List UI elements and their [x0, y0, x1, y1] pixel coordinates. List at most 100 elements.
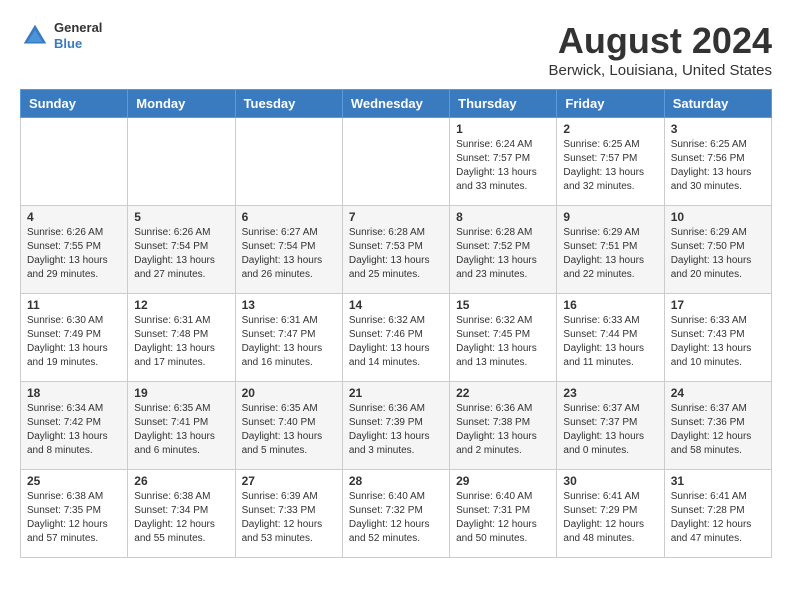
day-info: Sunrise: 6:39 AM Sunset: 7:33 PM Dayligh… — [242, 490, 336, 546]
calendar-cell: 29Sunrise: 6:40 AM Sunset: 7:31 PM Dayli… — [450, 470, 557, 558]
day-info: Sunrise: 6:38 AM Sunset: 7:35 PM Dayligh… — [27, 490, 121, 546]
day-info: Sunrise: 6:36 AM Sunset: 7:39 PM Dayligh… — [349, 402, 443, 458]
calendar-cell: 9 Sunrise: 6:29 AM Sunset: 7:51 PM Daylig… — [557, 206, 664, 294]
day-number: 23 — [563, 386, 657, 400]
day-info: Sunrise: 6:28 AM Sunset: 7:52 PM Dayligh… — [456, 226, 550, 282]
day-info: Sunrise: 6:29 AM Sunset: 7:50 PM Dayligh… — [671, 226, 765, 282]
day-info: Sunrise: 6:35 AM Sunset: 7:40 PM Dayligh… — [242, 402, 336, 458]
day-info: Sunrise: 6:36 AM Sunset: 7:38 PM Dayligh… — [456, 402, 550, 458]
day-number: 16 — [563, 298, 657, 312]
calendar-cell: 15Sunrise: 6:32 AM Sunset: 7:45 PM Dayli… — [450, 294, 557, 382]
calendar-cell: 13 Sunrise: 6:31 AM Sunset: 7:47 PM Dayli… — [235, 294, 342, 382]
calendar-cell: 16 Sunrise: 6:33 AM Sunset: 7:44 PM Dayli… — [557, 294, 664, 382]
calendar-cell — [235, 118, 342, 206]
calendar-cell: 6Sunrise: 6:27 AM Sunset: 7:54 PM Daylig… — [235, 206, 342, 294]
calendar-cell: 14 Sunrise: 6:32 AM Sunset: 7:46 PM Dayli… — [342, 294, 449, 382]
day-number: 22 — [456, 386, 550, 400]
page-header: General Blue August 2024 Berwick, Louisi… — [20, 20, 772, 79]
day-info: Sunrise: 6:41 AM Sunset: 7:29 PM Dayligh… — [563, 490, 657, 546]
day-number: 5 — [134, 210, 228, 224]
logo-blue: Blue — [54, 36, 102, 52]
day-number: 1 — [456, 122, 550, 136]
day-number: 13 — [242, 298, 336, 312]
calendar-cell: 7 Sunrise: 6:28 AM Sunset: 7:53 PM Daylig… — [342, 206, 449, 294]
calendar-header-monday: Monday — [128, 90, 235, 118]
calendar-header-friday: Friday — [557, 90, 664, 118]
day-info: Sunrise: 6:28 AM Sunset: 7:53 PM Dayligh… — [349, 226, 443, 282]
day-info: Sunrise: 6:32 AM Sunset: 7:46 PM Dayligh… — [349, 314, 443, 370]
calendar-week-row: 25 Sunrise: 6:38 AM Sunset: 7:35 PM Dayli… — [21, 470, 772, 558]
day-info: Sunrise: 6:29 AM Sunset: 7:51 PM Dayligh… — [563, 226, 657, 282]
logo: General Blue — [20, 20, 102, 51]
day-info: Sunrise: 6:35 AM Sunset: 7:41 PM Dayligh… — [134, 402, 228, 458]
day-number: 14 — [349, 298, 443, 312]
day-number: 12 — [134, 298, 228, 312]
calendar-cell: 26 Sunrise: 6:38 AM Sunset: 7:34 PM Dayli… — [128, 470, 235, 558]
day-number: 4 — [27, 210, 121, 224]
calendar-header-thursday: Thursday — [450, 90, 557, 118]
day-info: Sunrise: 6:27 AM Sunset: 7:54 PM Dayligh… — [242, 226, 336, 282]
calendar-header-wednesday: Wednesday — [342, 90, 449, 118]
day-number: 28 — [349, 474, 443, 488]
calendar-cell: 5 Sunrise: 6:26 AM Sunset: 7:54 PM Daylig… — [128, 206, 235, 294]
day-info: Sunrise: 6:25 AM Sunset: 7:56 PM Dayligh… — [671, 138, 765, 194]
day-number: 18 — [27, 386, 121, 400]
day-info: Sunrise: 6:38 AM Sunset: 7:34 PM Dayligh… — [134, 490, 228, 546]
day-info: Sunrise: 6:26 AM Sunset: 7:54 PM Dayligh… — [134, 226, 228, 282]
day-info: Sunrise: 6:24 AM Sunset: 7:57 PM Dayligh… — [456, 138, 550, 194]
day-number: 7 — [349, 210, 443, 224]
calendar-cell: 10 Sunrise: 6:29 AM Sunset: 7:50 PM Dayli… — [664, 206, 771, 294]
calendar-cell: 19 Sunrise: 6:35 AM Sunset: 7:41 PM Dayli… — [128, 382, 235, 470]
day-number: 19 — [134, 386, 228, 400]
day-number: 20 — [242, 386, 336, 400]
logo-text: General Blue — [54, 20, 102, 51]
calendar-cell: 3Sunrise: 6:25 AM Sunset: 7:56 PM Daylig… — [664, 118, 771, 206]
calendar-week-row: 11 Sunrise: 6:30 AM Sunset: 7:49 PM Dayli… — [21, 294, 772, 382]
day-number: 8 — [456, 210, 550, 224]
day-number: 27 — [242, 474, 336, 488]
calendar-cell: 28 Sunrise: 6:40 AM Sunset: 7:32 PM Dayli… — [342, 470, 449, 558]
calendar-cell: 25 Sunrise: 6:38 AM Sunset: 7:35 PM Dayli… — [21, 470, 128, 558]
day-number: 10 — [671, 210, 765, 224]
calendar-cell: 20 Sunrise: 6:35 AM Sunset: 7:40 PM Dayli… — [235, 382, 342, 470]
calendar-header-row: SundayMondayTuesdayWednesdayThursdayFrid… — [21, 90, 772, 118]
day-number: 21 — [349, 386, 443, 400]
title-area: August 2024 Berwick, Louisiana, United S… — [549, 20, 772, 79]
calendar-week-row: 4 Sunrise: 6:26 AM Sunset: 7:55 PM Daylig… — [21, 206, 772, 294]
day-info: Sunrise: 6:37 AM Sunset: 7:37 PM Dayligh… — [563, 402, 657, 458]
calendar-cell: 1 Sunrise: 6:24 AM Sunset: 7:57 PM Daylig… — [450, 118, 557, 206]
calendar-cell: 27 Sunrise: 6:39 AM Sunset: 7:33 PM Dayli… — [235, 470, 342, 558]
day-number: 25 — [27, 474, 121, 488]
day-number: 24 — [671, 386, 765, 400]
day-info: Sunrise: 6:26 AM Sunset: 7:55 PM Dayligh… — [27, 226, 121, 282]
calendar-cell: 2Sunrise: 6:25 AM Sunset: 7:57 PM Daylig… — [557, 118, 664, 206]
calendar-week-row: 18 Sunrise: 6:34 AM Sunset: 7:42 PM Dayli… — [21, 382, 772, 470]
day-number: 26 — [134, 474, 228, 488]
calendar-header-sunday: Sunday — [21, 90, 128, 118]
day-info: Sunrise: 6:30 AM Sunset: 7:49 PM Dayligh… — [27, 314, 121, 370]
sub-title: Berwick, Louisiana, United States — [549, 62, 772, 79]
day-info: Sunrise: 6:40 AM Sunset: 7:32 PM Dayligh… — [349, 490, 443, 546]
calendar-cell: 12Sunrise: 6:31 AM Sunset: 7:48 PM Dayli… — [128, 294, 235, 382]
logo-icon — [20, 21, 50, 51]
day-info: Sunrise: 6:31 AM Sunset: 7:47 PM Dayligh… — [242, 314, 336, 370]
calendar-header-tuesday: Tuesday — [235, 90, 342, 118]
day-number: 11 — [27, 298, 121, 312]
day-info: Sunrise: 6:33 AM Sunset: 7:43 PM Dayligh… — [671, 314, 765, 370]
calendar-cell: 23 Sunrise: 6:37 AM Sunset: 7:37 PM Dayli… — [557, 382, 664, 470]
calendar-header-saturday: Saturday — [664, 90, 771, 118]
calendar-cell: 31Sunrise: 6:41 AM Sunset: 7:28 PM Dayli… — [664, 470, 771, 558]
day-info: Sunrise: 6:37 AM Sunset: 7:36 PM Dayligh… — [671, 402, 765, 458]
day-info: Sunrise: 6:33 AM Sunset: 7:44 PM Dayligh… — [563, 314, 657, 370]
calendar-cell: 24 Sunrise: 6:37 AM Sunset: 7:36 PM Dayli… — [664, 382, 771, 470]
day-number: 30 — [563, 474, 657, 488]
day-info: Sunrise: 6:32 AM Sunset: 7:45 PM Dayligh… — [456, 314, 550, 370]
calendar-cell: 22 Sunrise: 6:36 AM Sunset: 7:38 PM Dayli… — [450, 382, 557, 470]
day-info: Sunrise: 6:34 AM Sunset: 7:42 PM Dayligh… — [27, 402, 121, 458]
calendar-cell: 17Sunrise: 6:33 AM Sunset: 7:43 PM Dayli… — [664, 294, 771, 382]
day-number: 9 — [563, 210, 657, 224]
day-number: 29 — [456, 474, 550, 488]
calendar-cell: 18 Sunrise: 6:34 AM Sunset: 7:42 PM Dayli… — [21, 382, 128, 470]
calendar-cell — [21, 118, 128, 206]
calendar-cell: 30 Sunrise: 6:41 AM Sunset: 7:29 PM Dayli… — [557, 470, 664, 558]
